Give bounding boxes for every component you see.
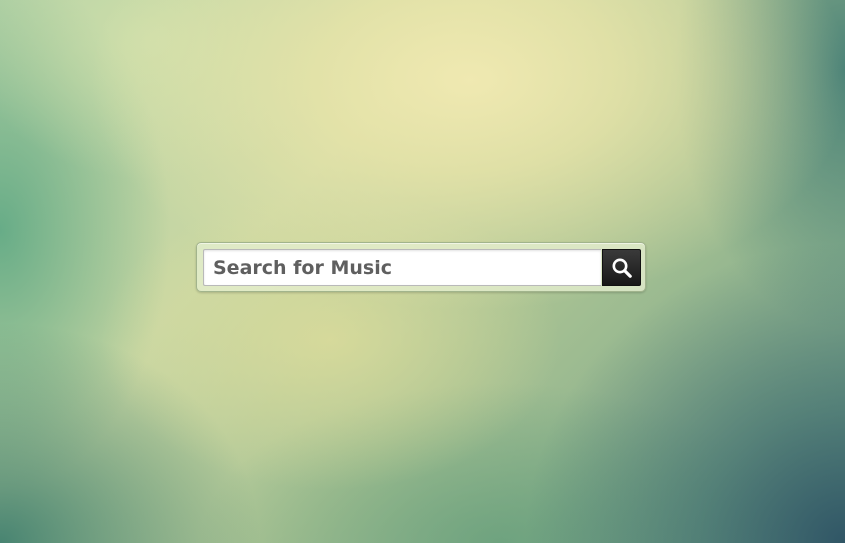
search-icon xyxy=(611,257,633,279)
search-bar: Search for Music xyxy=(196,242,646,292)
search-placeholder: Search for Music xyxy=(213,256,392,279)
search-input[interactable]: Search for Music xyxy=(203,249,601,286)
search-button[interactable] xyxy=(602,249,641,286)
